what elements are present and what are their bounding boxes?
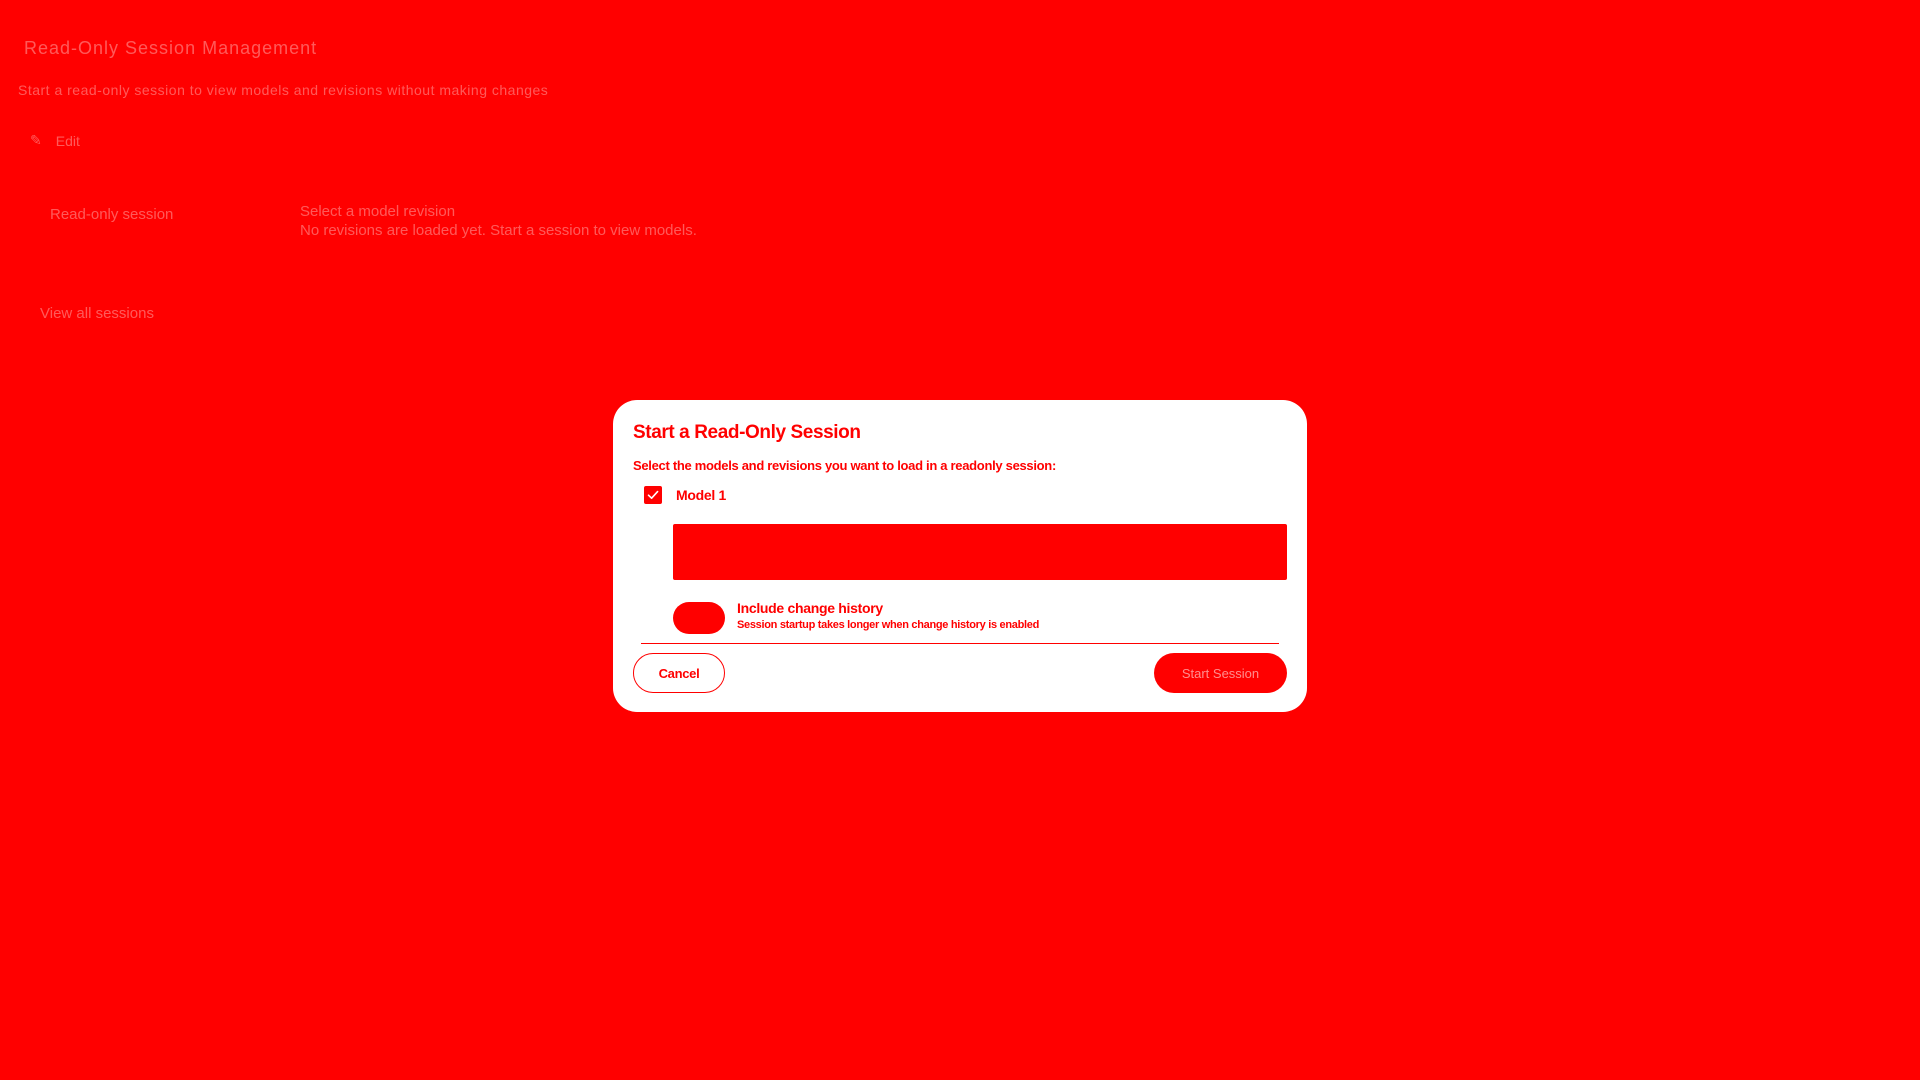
change-history-hint: Session startup takes longer when change…: [737, 619, 1039, 631]
model-row: Model 1: [644, 486, 726, 504]
page-subtitle: Start a read-only session to view models…: [18, 82, 549, 98]
cancel-button[interactable]: Cancel: [633, 653, 725, 693]
session-row-label: Read-only session: [50, 206, 174, 223]
edit-label: Edit: [55, 132, 80, 149]
model-checkbox[interactable]: [644, 486, 662, 504]
change-history-text: Include change history Session startup t…: [737, 600, 1039, 633]
revision-select[interactable]: [673, 524, 1287, 580]
start-session-button[interactable]: Start Session: [1154, 653, 1287, 693]
dialog-description: Select the models and revisions you want…: [633, 458, 1056, 473]
change-history-label: Include change history: [737, 600, 883, 616]
pencil-icon: ✎: [30, 132, 42, 148]
session-detail-heading: Select a model revision: [300, 203, 456, 220]
view-sessions-link[interactable]: View all sessions: [40, 305, 154, 322]
page: Read-Only Session Management Start a rea…: [0, 0, 1920, 1080]
model-label: Model 1: [676, 487, 727, 503]
change-history-toggle[interactable]: [673, 602, 725, 634]
checkmark-icon: [647, 490, 659, 499]
dialog-title: Start a Read-Only Session: [633, 422, 861, 443]
page-title: Read-Only Session Management: [24, 38, 318, 58]
start-session-dialog: Start a Read-Only Session Select the mod…: [613, 400, 1307, 712]
dialog-divider: [641, 643, 1279, 644]
edit-button[interactable]: ✎ Edit: [30, 132, 80, 149]
change-history-row: Include change history Session startup t…: [673, 600, 1039, 634]
session-detail-text: No revisions are loaded yet. Start a ses…: [300, 222, 697, 239]
